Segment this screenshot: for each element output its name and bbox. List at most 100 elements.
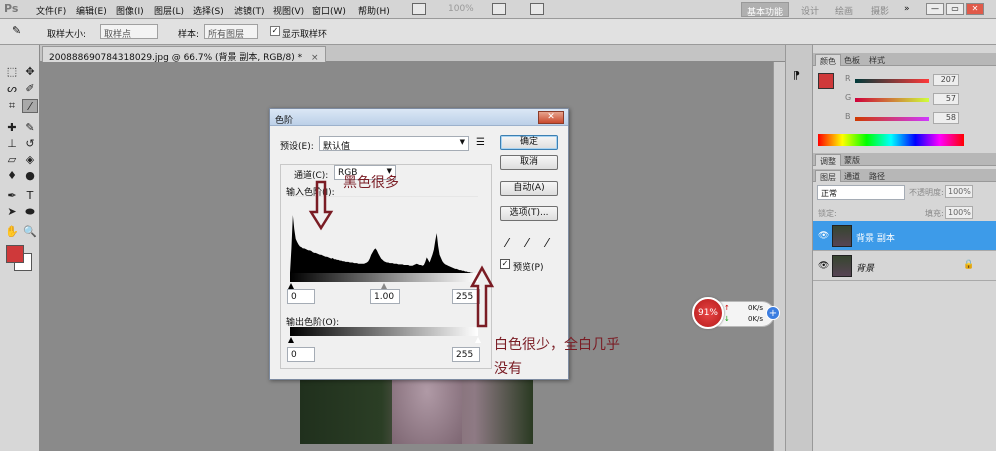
tab-styles[interactable]: 样式 (865, 54, 889, 66)
zoom-level[interactable]: 100% (448, 4, 474, 14)
tab-paths[interactable]: 路径 (865, 170, 889, 182)
vertical-scrollbar[interactable] (773, 62, 785, 451)
download-speed: 0K/s (748, 315, 764, 323)
menu-help[interactable]: 帮助(H) (358, 4, 390, 17)
arrange-icon[interactable] (492, 3, 506, 15)
menu-filter[interactable]: 滤镜(T) (234, 4, 265, 17)
tab-adjustments[interactable]: 调整 (815, 154, 841, 166)
red-value[interactable]: 207 (933, 74, 959, 86)
workspace-design[interactable]: 设计 (796, 2, 824, 17)
dialog-title: 色阶 (275, 116, 294, 126)
layers-panel-tabs: 图层 通道 路径 (813, 169, 996, 182)
menu-layer[interactable]: 图层(L) (154, 4, 184, 17)
hand-tool-icon[interactable]: ✋ (4, 225, 20, 239)
blue-value[interactable]: 58 (933, 112, 959, 124)
bucket-tool-icon[interactable]: ◈ (22, 153, 38, 167)
sample-size-select[interactable]: 取样点 (100, 24, 158, 40)
dialog-close-button[interactable]: ✕ (538, 111, 564, 124)
sample-select[interactable]: 所有图层 (204, 24, 258, 40)
ok-button[interactable]: 确定 (500, 135, 558, 150)
layer-row-background[interactable]: 👁 背景 🔒 (813, 251, 996, 281)
auto-button[interactable]: 自动(A) (500, 181, 558, 196)
tab-layers[interactable]: 图层 (815, 170, 841, 182)
expand-plus-button[interactable]: + (766, 306, 780, 320)
network-speed-widget[interactable]: ↑ ↓ 0K/s 0K/s + 91% (692, 297, 784, 330)
stamp-tool-icon[interactable]: ⊥ (4, 137, 20, 151)
tab-color[interactable]: 颜色 (815, 54, 841, 66)
menu-window[interactable]: 窗口(W) (312, 4, 346, 17)
layer-name[interactable]: 背景 (856, 261, 874, 274)
menu-select[interactable]: 选择(S) (193, 4, 224, 17)
options-button[interactable]: 选项(T)... (500, 206, 558, 221)
tab-swatches[interactable]: 色板 (840, 54, 864, 66)
type-tool-icon[interactable]: T (22, 189, 38, 203)
maximize-button[interactable]: ▭ (946, 3, 964, 15)
color-spectrum-bar[interactable] (818, 134, 964, 146)
preset-select[interactable]: 默认值 ▼ (319, 136, 469, 152)
visibility-eye-icon[interactable]: 👁 (818, 261, 829, 271)
gray-eyedropper-icon[interactable]: ⁄ (526, 236, 528, 250)
red-slider-row: R 207 (817, 74, 995, 88)
layer-row-bg-copy[interactable]: 👁 背景 副本 (813, 221, 996, 251)
input-gamma-field[interactable]: 1.00 (370, 289, 400, 304)
workspace-photography[interactable]: 摄影 (866, 2, 894, 17)
menu-view[interactable]: 视图(V) (273, 4, 304, 17)
white-eyedropper-icon[interactable]: ⁄ (546, 236, 548, 250)
zoom-tool-icon[interactable]: 🔍 (22, 225, 38, 239)
dodge-tool-icon[interactable]: ● (22, 169, 38, 183)
blur-tool-icon[interactable]: ♦ (4, 169, 20, 183)
menu-edit[interactable]: 编辑(E) (76, 4, 107, 17)
cancel-button[interactable]: 取消 (500, 155, 558, 170)
shape-tool-icon[interactable]: ⬬ (22, 205, 38, 219)
menu-file[interactable]: 文件(F) (36, 4, 66, 17)
workspace-essentials[interactable]: 基本功能 (741, 2, 790, 18)
output-black-handle[interactable] (288, 337, 294, 343)
minimize-button[interactable]: — (926, 3, 944, 15)
quick-select-tool-icon[interactable]: ✐ (22, 82, 38, 96)
pen-tool-icon[interactable]: ✒ (4, 189, 20, 203)
screen-mode-icon[interactable] (412, 3, 426, 15)
extras-icon[interactable] (530, 3, 544, 15)
opacity-value[interactable]: 100% (945, 185, 973, 198)
close-app-button[interactable]: ✕ (966, 3, 984, 15)
tab-channels[interactable]: 通道 (840, 170, 864, 182)
black-eyedropper-icon[interactable]: ⁄ (506, 236, 508, 250)
output-black-field[interactable]: 0 (287, 347, 315, 362)
green-label: G (845, 93, 852, 102)
move-tool-icon[interactable]: ✥ (22, 65, 38, 79)
brush-tool-icon[interactable]: ✎ (22, 121, 38, 135)
output-white-handle[interactable] (475, 337, 481, 343)
more-workspaces-icon[interactable]: » (904, 4, 910, 14)
dialog-titlebar[interactable]: 色阶 ✕ (270, 109, 568, 126)
history-brush-icon[interactable]: ↺ (22, 137, 38, 151)
blue-slider[interactable] (855, 117, 929, 121)
lasso-tool-icon[interactable]: ᔕ (4, 82, 20, 96)
crop-tool-icon[interactable]: ⌗ (4, 99, 20, 113)
visibility-eye-icon[interactable]: 👁 (818, 231, 829, 241)
eraser-tool-icon[interactable]: ▱ (4, 153, 20, 167)
marquee-tool-icon[interactable]: ⬚ (4, 65, 20, 79)
healing-tool-icon[interactable]: ✚ (4, 121, 20, 135)
preview-checkbox[interactable]: ✓ (500, 259, 510, 269)
workspace-painting[interactable]: 绘画 (830, 2, 858, 17)
menu-image[interactable]: 图像(I) (116, 4, 144, 17)
document-image[interactable] (300, 378, 533, 444)
show-ring-checkbox[interactable]: ✓ (270, 26, 280, 36)
path-select-icon[interactable]: ➤ (4, 205, 20, 219)
preset-options-icon[interactable]: ☰ (476, 137, 485, 148)
blend-mode-select[interactable]: 正常 (817, 185, 905, 200)
history-panel-icon[interactable]: ⁋ (793, 69, 800, 82)
output-white-field[interactable]: 255 (452, 347, 480, 362)
red-slider[interactable] (855, 79, 929, 83)
eyedropper-icon[interactable]: ✎ (12, 24, 21, 37)
input-white-field[interactable]: 255 (452, 289, 480, 304)
green-value[interactable]: 57 (933, 93, 959, 105)
input-black-field[interactable]: 0 (287, 289, 315, 304)
tab-masks[interactable]: 蒙版 (840, 154, 864, 166)
document-tab[interactable]: 20088869078431802​9.jpg @ 66.7% (背景 副本, … (42, 46, 326, 63)
foreground-color-swatch[interactable] (6, 245, 24, 263)
eyedropper-tool-icon[interactable]: ⁄ (22, 99, 38, 113)
layer-name[interactable]: 背景 副本 (856, 231, 895, 244)
green-slider[interactable] (855, 98, 929, 102)
fill-value[interactable]: 100% (945, 206, 973, 219)
